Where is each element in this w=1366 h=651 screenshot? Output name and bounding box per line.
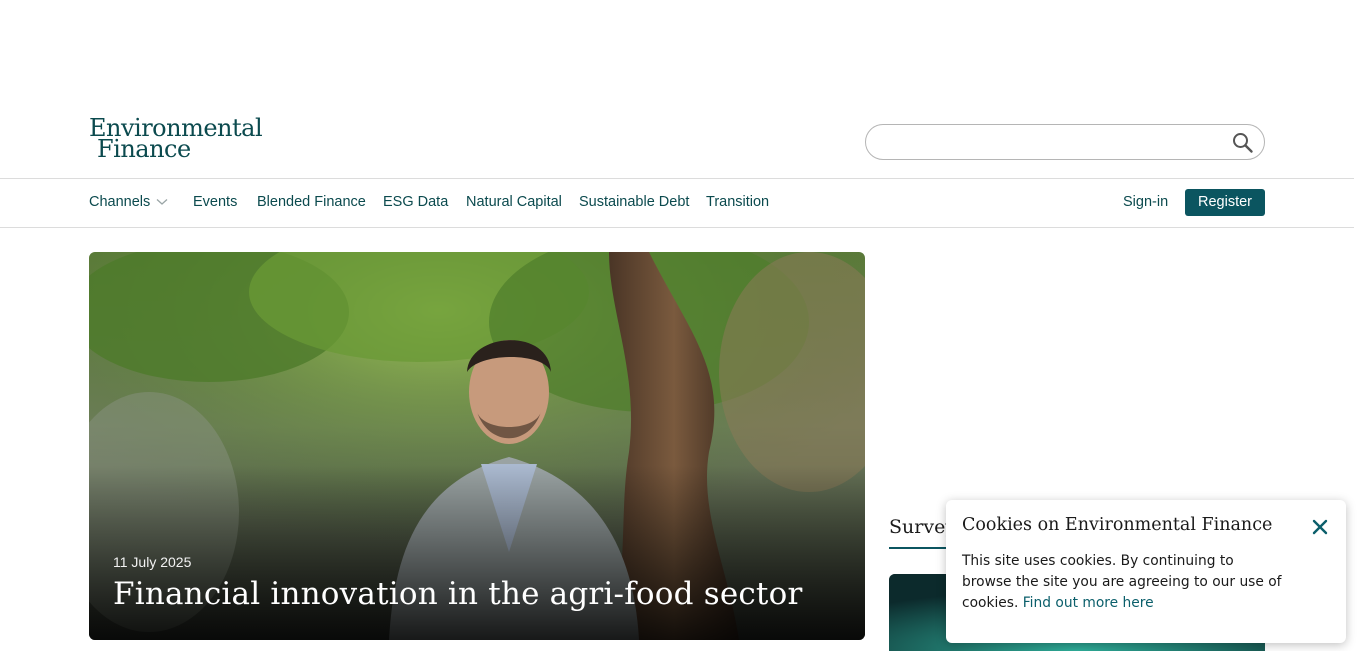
cookie-banner-text: This site uses cookies. By continuing to…	[962, 551, 1282, 614]
nav-item-natural-capital[interactable]: Natural Capital	[466, 194, 562, 210]
close-icon[interactable]	[1310, 517, 1330, 537]
site-header: Environmental Finance	[0, 0, 1354, 179]
search-input[interactable]	[880, 131, 1220, 153]
main-navigation: Channels Events Blended Finance ESG Data…	[0, 179, 1354, 228]
search-icon[interactable]	[1230, 130, 1256, 156]
site-logo[interactable]: Environmental Finance	[89, 116, 263, 161]
article-headline[interactable]: Financial innovation in the agri-food se…	[113, 576, 802, 612]
nav-item-blended-finance[interactable]: Blended Finance	[257, 194, 366, 210]
nav-channels-label: Channels	[89, 194, 151, 210]
chevron-down-icon	[156, 194, 168, 210]
cookie-banner: Cookies on Environmental Finance This si…	[946, 500, 1346, 643]
nav-item-sustainable-debt[interactable]: Sustainable Debt	[579, 194, 689, 210]
article-date: 11 July 2025	[113, 554, 192, 570]
nav-item-events[interactable]: Events	[193, 194, 237, 210]
nav-channels-dropdown[interactable]: Channels	[89, 194, 168, 210]
sign-in-link[interactable]: Sign-in	[1123, 194, 1168, 210]
cookie-banner-title: Cookies on Environmental Finance	[962, 515, 1273, 535]
nav-item-esg-data[interactable]: ESG Data	[383, 194, 448, 210]
cookie-find-out-more-link[interactable]: Find out more here	[1023, 595, 1154, 611]
search-box	[865, 124, 1265, 160]
nav-item-transition[interactable]: Transition	[706, 194, 769, 210]
register-button[interactable]: Register	[1185, 189, 1265, 216]
hero-article[interactable]: 11 July 2025 Financial innovation in the…	[89, 252, 865, 640]
